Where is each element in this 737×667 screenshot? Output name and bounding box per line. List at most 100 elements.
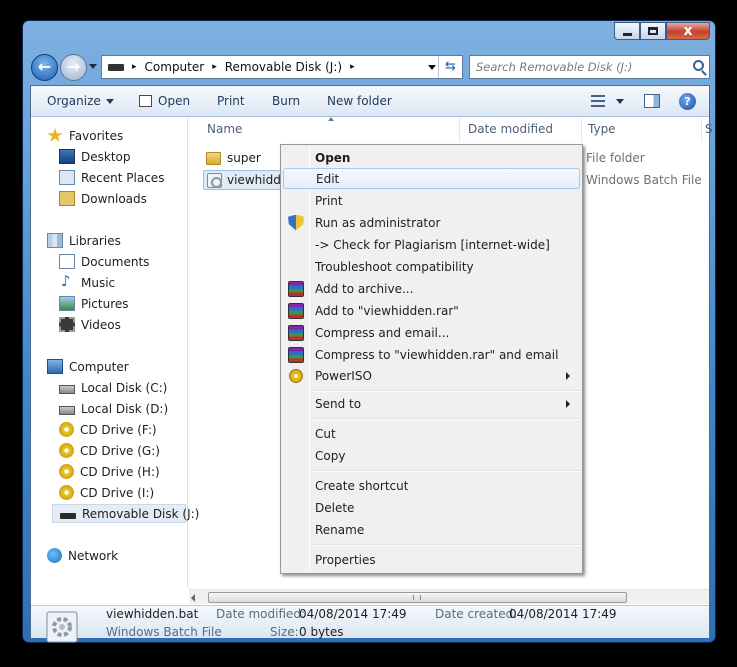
view-options-dropdown[interactable] <box>616 99 624 104</box>
column-header-size[interactable]: S <box>705 122 713 140</box>
sidebar-item-desktop[interactable]: Desktop <box>59 147 131 166</box>
date-modified-value: 04/08/2014 17:49 <box>299 607 407 621</box>
navigation-bar: ← → ▸ Computer ▸ Removable Disk (J:) ▸ ⇆ <box>29 51 713 83</box>
maximize-button[interactable] <box>640 22 666 40</box>
details-file-type: Windows Batch File <box>106 625 222 639</box>
menu-item-run-as-administrator[interactable]: Run as administrator <box>283 212 580 233</box>
refresh-button[interactable]: ⇆ <box>438 56 462 78</box>
network-globe-icon <box>47 548 62 563</box>
open-button[interactable]: Open <box>139 94 190 108</box>
sidebar-item-pictures[interactable]: Pictures <box>59 294 129 313</box>
new-folder-button[interactable]: New folder <box>327 94 392 108</box>
sidebar-label: Local Disk (C:) <box>81 380 168 395</box>
column-header-type[interactable]: Type <box>588 122 616 140</box>
menu-item-properties[interactable]: Properties <box>283 549 580 570</box>
menu-item-add-to-archive[interactable]: Add to archive... <box>283 278 580 299</box>
crumb-separator-icon[interactable]: ▸ <box>132 62 137 72</box>
sidebar-item-cd-drive-f[interactable]: CD Drive (F:) <box>59 420 157 439</box>
back-button[interactable]: ← <box>31 54 58 81</box>
sidebar-item-downloads[interactable]: Downloads <box>59 189 147 208</box>
menu-item-print[interactable]: Print <box>283 190 580 211</box>
search-input[interactable] <box>470 56 680 78</box>
menu-item-label: Properties <box>315 552 376 567</box>
breadcrumb-computer[interactable]: Computer <box>145 60 205 74</box>
menu-item-send-to[interactable]: Send to <box>283 393 580 414</box>
forward-button[interactable]: → <box>60 54 87 81</box>
menu-item-create-shortcut[interactable]: Create shortcut <box>283 475 580 496</box>
file-name: super <box>227 151 261 165</box>
change-view-icon[interactable] <box>591 95 605 107</box>
sidebar-network[interactable]: Network <box>47 546 118 565</box>
drive-icon <box>108 63 124 71</box>
column-divider[interactable] <box>581 118 582 142</box>
chevron-down-icon <box>105 99 114 104</box>
menu-item-compress-to-rar-and-email[interactable]: Compress to "viewhidden.rar" and email <box>283 344 580 365</box>
column-divider[interactable] <box>701 118 702 142</box>
search-icon[interactable] <box>693 60 704 71</box>
horizontal-scrollbar[interactable] <box>189 589 709 604</box>
preview-pane-icon[interactable] <box>644 94 660 108</box>
menu-item-label: Compress to "viewhidden.rar" and email <box>315 347 559 362</box>
desktop-icon <box>59 149 75 164</box>
menu-item-compress-and-email[interactable]: Compress and email... <box>283 322 580 343</box>
sidebar-label: CD Drive (I:) <box>80 485 155 500</box>
sidebar-item-documents[interactable]: Documents <box>59 252 149 271</box>
sidebar-item-music[interactable]: Music <box>59 272 115 292</box>
sidebar-item-local-disk-d[interactable]: Local Disk (D:) <box>59 399 168 418</box>
menu-item-label: Open <box>315 150 351 165</box>
menu-item-troubleshoot-compatibility[interactable]: Troubleshoot compatibility <box>283 256 580 277</box>
column-header-date-modified[interactable]: Date modified <box>468 122 553 140</box>
scrollbar-grip-icon <box>413 595 421 600</box>
menu-item-cut[interactable]: Cut <box>283 423 580 444</box>
sidebar-libraries[interactable]: Libraries <box>47 231 121 250</box>
cd-drive-icon <box>59 443 74 458</box>
name-cell[interactable]: super <box>203 148 265 168</box>
organize-button[interactable]: Organize <box>47 94 114 108</box>
folder-icon <box>206 151 221 165</box>
menu-item-label: Run as administrator <box>315 215 441 230</box>
sidebar-label: CD Drive (G:) <box>80 443 160 458</box>
scroll-left-arrow-icon[interactable] <box>191 594 195 602</box>
recent-pages-dropdown[interactable] <box>89 64 97 69</box>
burn-button[interactable]: Burn <box>272 94 300 108</box>
menu-item-check-plagiarism[interactable]: -> Check for Plagiarism [internet-wide] <box>283 234 580 255</box>
column-header-name[interactable]: Name <box>207 122 242 140</box>
close-button[interactable]: x <box>666 22 710 40</box>
maximize-icon <box>648 27 658 35</box>
sidebar-item-recent-places[interactable]: Recent Places <box>59 168 164 187</box>
music-note-icon <box>59 272 75 290</box>
hard-drive-icon <box>59 406 75 415</box>
command-bar: Organize Open Print Burn New folder ? <box>31 86 709 117</box>
address-dropdown-icon[interactable] <box>428 65 436 70</box>
address-bar[interactable]: ▸ Computer ▸ Removable Disk (J:) ▸ ⇆ <box>101 55 463 79</box>
menu-item-open[interactable]: Open <box>283 147 580 168</box>
menu-item-label: Create shortcut <box>315 478 409 493</box>
help-icon[interactable]: ? <box>679 93 696 110</box>
sidebar-item-removable-disk-j[interactable]: Removable Disk (J:) <box>52 504 199 523</box>
crumb-separator-icon[interactable]: ▸ <box>212 62 217 72</box>
sidebar-item-videos[interactable]: Videos <box>59 315 121 334</box>
scrollbar-thumb[interactable] <box>208 592 627 603</box>
sidebar-item-local-disk-c[interactable]: Local Disk (C:) <box>59 378 167 397</box>
sidebar-label: CD Drive (H:) <box>80 464 160 479</box>
menu-item-poweriso[interactable]: PowerISO <box>283 365 580 386</box>
search-box <box>469 55 710 79</box>
sidebar-computer[interactable]: Computer <box>47 357 129 376</box>
winrar-icon <box>288 280 304 297</box>
menu-item-add-to-rar[interactable]: Add to "viewhidden.rar" <box>283 300 580 321</box>
minimize-button[interactable] <box>614 22 640 40</box>
breadcrumb-removable-disk[interactable]: Removable Disk (J:) <box>225 60 342 74</box>
sidebar-item-cd-drive-h[interactable]: CD Drive (H:) <box>59 462 160 481</box>
crumb-separator-icon[interactable]: ▸ <box>350 62 355 72</box>
menu-item-edit[interactable]: Edit <box>283 168 580 189</box>
menu-item-rename[interactable]: Rename <box>283 519 580 540</box>
sidebar-item-cd-drive-i[interactable]: CD Drive (I:) <box>59 483 154 502</box>
menu-item-label: Add to "viewhidden.rar" <box>315 303 459 318</box>
menu-item-copy[interactable]: Copy <box>283 445 580 466</box>
column-divider[interactable] <box>459 118 460 142</box>
menu-item-delete[interactable]: Delete <box>283 497 580 518</box>
print-button[interactable]: Print <box>217 94 245 108</box>
sidebar-item-cd-drive-g[interactable]: CD Drive (G:) <box>59 441 160 460</box>
sidebar-favorites[interactable]: Favorites <box>47 126 123 145</box>
winrar-icon <box>288 302 304 319</box>
